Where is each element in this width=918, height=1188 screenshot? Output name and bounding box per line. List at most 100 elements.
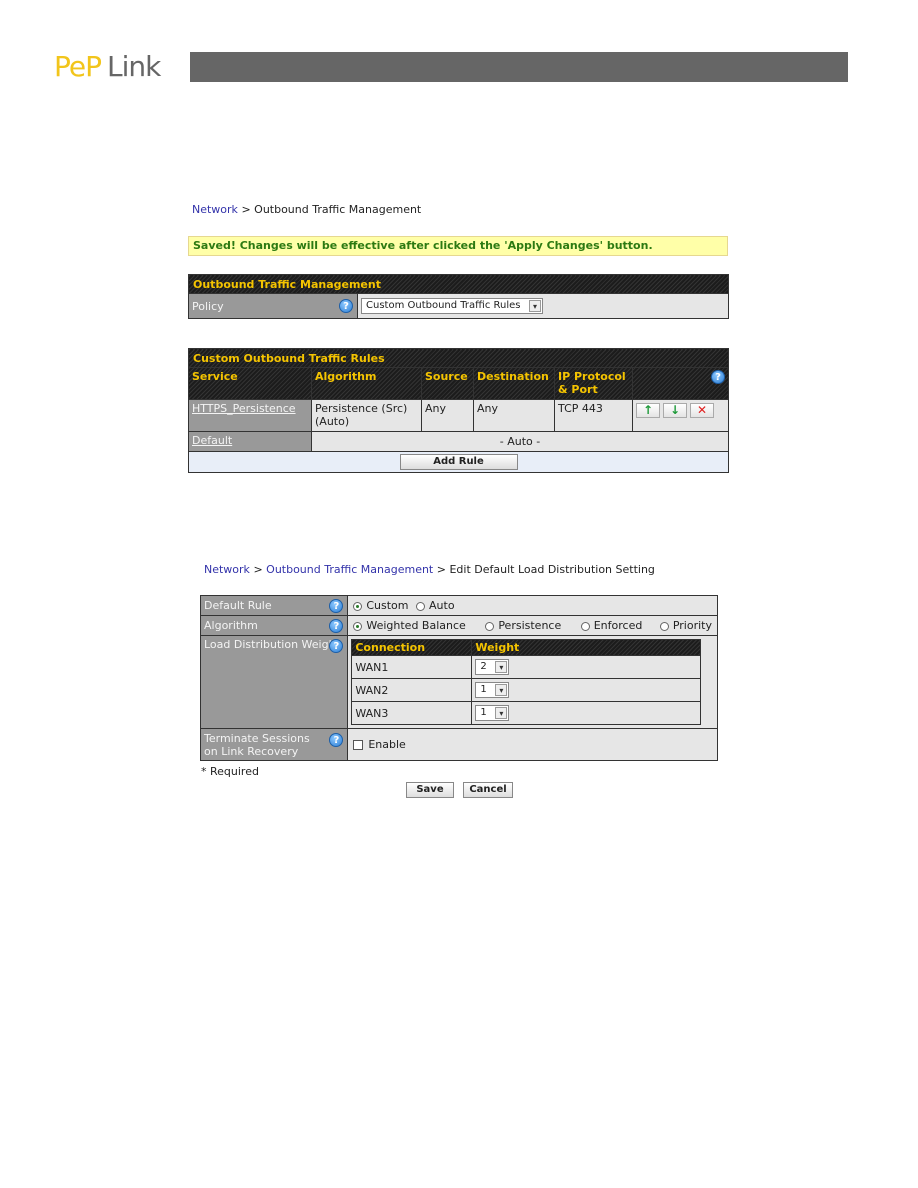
breadcrumb-network-link[interactable]: Network [204,563,250,576]
algorithm-label-cell: Algorithm ? [199,615,349,636]
move-up-icon[interactable]: ↑ [636,403,660,418]
table-row-default: Default - Auto - [188,431,729,452]
rules-panel-title: Custom Outbound Traffic Rules [188,348,729,368]
help-icon[interactable]: ? [339,299,353,313]
breadcrumb: Network > Outbound Traffic Management [192,203,421,216]
load-distribution-cell: Connection Weight WAN1 2 ▾ WAN2 1 ▾ WAN3 1… [347,635,718,729]
column-header-protocol-port: IP Protocol & Port [554,367,633,400]
radio-auto-label: Auto [429,599,455,612]
rule-protocol-port: TCP 443 [554,399,633,432]
radio-custom[interactable] [353,601,363,611]
breadcrumb-network-link[interactable]: Network [192,203,238,216]
table-row: WAN2 1 ▾ [351,678,702,702]
weight-value: 2 [480,661,487,672]
weight-select[interactable]: 2 ▾ [475,659,510,675]
load-distribution-form: Default Rule ? Custom Auto Algorithm ? W… [199,595,718,761]
radio-persistence-label: Persistence [498,619,562,632]
rule-destination: Any [473,399,555,432]
default-rule-label: Default Rule [204,599,272,612]
default-rule-link[interactable]: Default [192,434,232,447]
terminate-label: Terminate Sessions on Link Recovery [204,731,310,758]
rule-algorithm: Persistence (Src) (Auto) [311,399,422,432]
help-icon[interactable]: ? [329,733,344,747]
rule-source: Any [421,399,474,432]
chevron-down-icon: ▾ [495,707,508,719]
radio-weighted-balance-label: Weighted Balance [366,619,466,632]
radio-weighted-balance[interactable] [353,621,363,631]
add-rule-button[interactable]: Add Rule [399,454,518,470]
help-icon[interactable]: ? [329,619,344,633]
rule-actions: ↑ ↓ ✕ [632,399,729,432]
weight-select[interactable]: 1 ▾ [475,705,510,721]
weight-value: 1 [480,684,487,695]
weight-select[interactable]: 1 ▾ [475,682,510,698]
column-header-source: Source [421,367,474,400]
table-row: HTTPS_Persistence Persistence (Src) (Aut… [188,399,729,432]
terminate-label-cell: Terminate Sessions on Link Recovery ? [199,728,349,761]
weight-cell: 2 ▾ [471,655,702,679]
column-header-service: Service [188,367,312,400]
radio-auto[interactable] [416,601,426,611]
breadcrumb-separator: > [436,563,446,576]
breadcrumb-current: Outbound Traffic Management [254,203,422,216]
policy-value-cell: Custom Outbound Traffic Rules ▾ [357,293,729,319]
radio-enforced[interactable] [580,621,590,631]
default-rule-options: Custom Auto [347,595,718,616]
column-header-destination: Destination [473,367,555,400]
breadcrumb-2: Network > Outbound Traffic Management > … [204,563,655,576]
required-note: * Required [201,765,259,778]
default-service-cell: Default [188,431,312,452]
radio-priority-label: Priority [672,619,712,632]
breadcrumb-otm-link[interactable]: Outbound Traffic Management [266,563,433,576]
load-distribution-label: Load Distribution Weight [204,638,340,651]
chevron-down-icon: ▾ [495,661,508,673]
saved-message: Saved! Changes will be effective after c… [188,236,728,256]
default-value: - Auto - [311,431,729,452]
breadcrumb-separator: > [253,563,263,576]
help-icon[interactable]: ? [329,639,344,653]
delete-icon[interactable]: ✕ [690,403,714,418]
help-icon[interactable]: ? [329,599,344,613]
otm-panel: Outbound Traffic Management Policy ? Cus… [188,274,729,319]
radio-persistence[interactable] [485,621,495,631]
rule-service-cell: HTTPS_Persistence [188,399,312,432]
weight-cell: 1 ▾ [471,701,702,725]
column-header-algorithm: Algorithm [311,367,422,400]
column-header-connection: Connection [351,639,473,656]
table-row: WAN3 1 ▾ [351,701,702,725]
radio-custom-label: Custom [366,599,409,612]
header-bar [190,52,848,82]
rule-service-link[interactable]: HTTPS_Persistence [192,402,296,415]
pepwave-logo: PeP Link [54,50,161,83]
otm-panel-title: Outbound Traffic Management [188,274,729,294]
load-distribution-label-cell: Load Distribution Weight ? [199,635,349,729]
weight-value: 1 [480,707,487,718]
terminate-value-cell: Enable [347,728,718,761]
save-button[interactable]: Save [406,782,454,798]
column-header-actions: ? [632,367,729,400]
table-row: WAN1 2 ▾ [351,655,702,679]
move-down-icon[interactable]: ↓ [663,403,687,418]
policy-select[interactable]: Custom Outbound Traffic Rules ▾ [361,298,543,314]
weight-table: Connection Weight WAN1 2 ▾ WAN2 1 ▾ WAN3 1… [351,639,702,725]
breadcrumb-separator: > [241,203,251,216]
radio-enforced-label: Enforced [593,619,643,632]
policy-label-cell: Policy ? [188,293,358,319]
help-icon[interactable]: ? [711,370,725,384]
policy-label: Policy [192,299,224,313]
weight-cell: 1 ▾ [471,678,702,702]
logo-secondary: Link [107,50,161,83]
enable-checkbox[interactable] [353,740,364,750]
breadcrumb-current: Edit Default Load Distribution Setting [449,563,655,576]
algorithm-options: Weighted Balance Persistence Enforced Pr… [347,615,718,636]
logo-primary: PeP [54,50,102,83]
chevron-down-icon: ▾ [495,684,508,696]
connection-name: WAN3 [351,701,473,725]
cancel-button[interactable]: Cancel [463,782,513,798]
connection-name: WAN2 [351,678,473,702]
column-header-weight: Weight [471,639,702,656]
enable-label: Enable [368,738,406,751]
default-rule-label-cell: Default Rule ? [199,595,349,616]
radio-priority[interactable] [659,621,669,631]
rules-panel: Custom Outbound Traffic Rules Service Al… [188,348,729,473]
